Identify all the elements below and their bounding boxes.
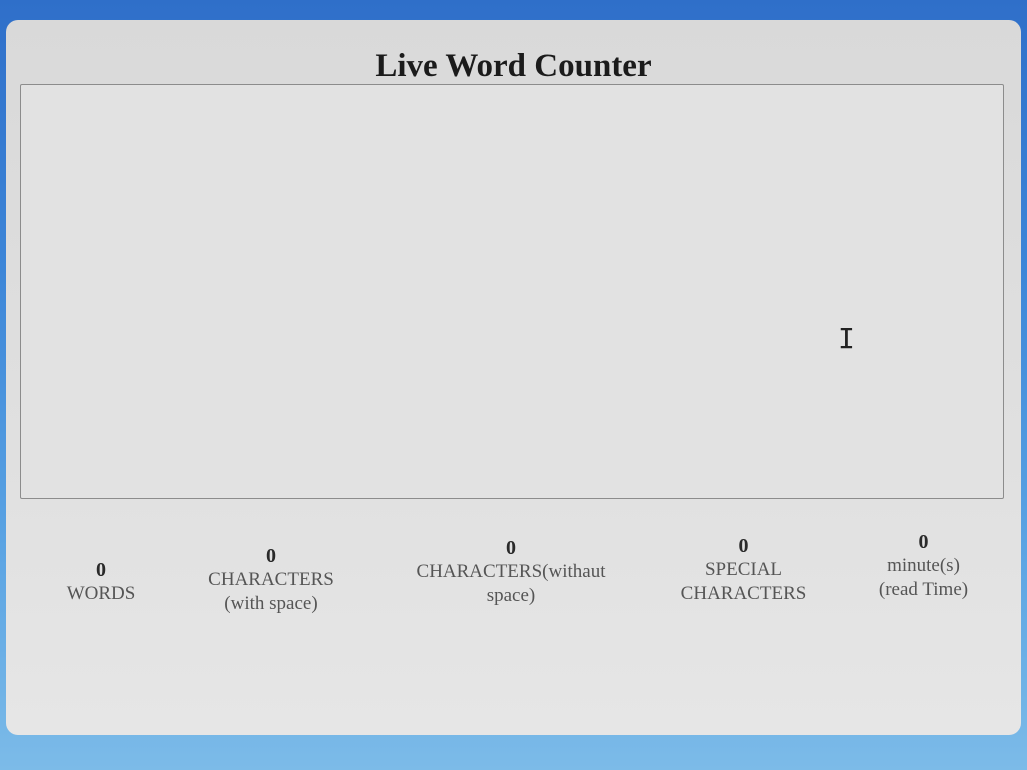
page-title: Live Word Counter <box>375 48 652 84</box>
stat-words-label: WORDS <box>66 583 136 604</box>
stat-special-characters-sublabel: CHARACTERS <box>680 583 807 604</box>
stat-read-time: 0 minute(s) (read Time) <box>856 530 991 602</box>
text-cursor-icon: I <box>838 322 855 355</box>
stat-read-time-sublabel: (read Time) <box>878 579 969 600</box>
word-counter-panel: Live Word Counter I 0 WORDS 0 CHARACTERS… <box>6 20 1021 735</box>
stat-characters-without-space-value: 0 <box>506 537 516 559</box>
stat-words-value: 0 <box>96 559 106 581</box>
stats-row: 0 WORDS 0 CHARACTERS (with space) 0 CHAR… <box>6 508 1021 618</box>
stat-characters-with-space-value: 0 <box>266 545 276 567</box>
stat-characters-without-space-sublabel: space) <box>486 585 536 606</box>
stat-characters-with-space-sublabel: (with space) <box>224 593 318 614</box>
text-input-area[interactable] <box>20 84 1004 499</box>
stat-characters-with-space-label: CHARACTERS <box>208 569 334 590</box>
stat-special-characters: 0 SPECIAL CHARACTERS <box>656 534 831 606</box>
stat-special-characters-value: 0 <box>738 535 749 557</box>
stat-characters-without-space-label: CHARACTERS(withaut <box>416 561 606 582</box>
stat-characters-with-space: 0 CHARACTERS (with space) <box>176 544 366 616</box>
stat-words: 0 WORDS <box>46 558 156 606</box>
stat-read-time-label: minute(s) <box>887 555 960 576</box>
stat-special-characters-label: SPECIAL <box>704 559 783 580</box>
stat-read-time-value: 0 <box>918 531 929 553</box>
stat-characters-without-space: 0 CHARACTERS(withaut space) <box>381 536 641 608</box>
